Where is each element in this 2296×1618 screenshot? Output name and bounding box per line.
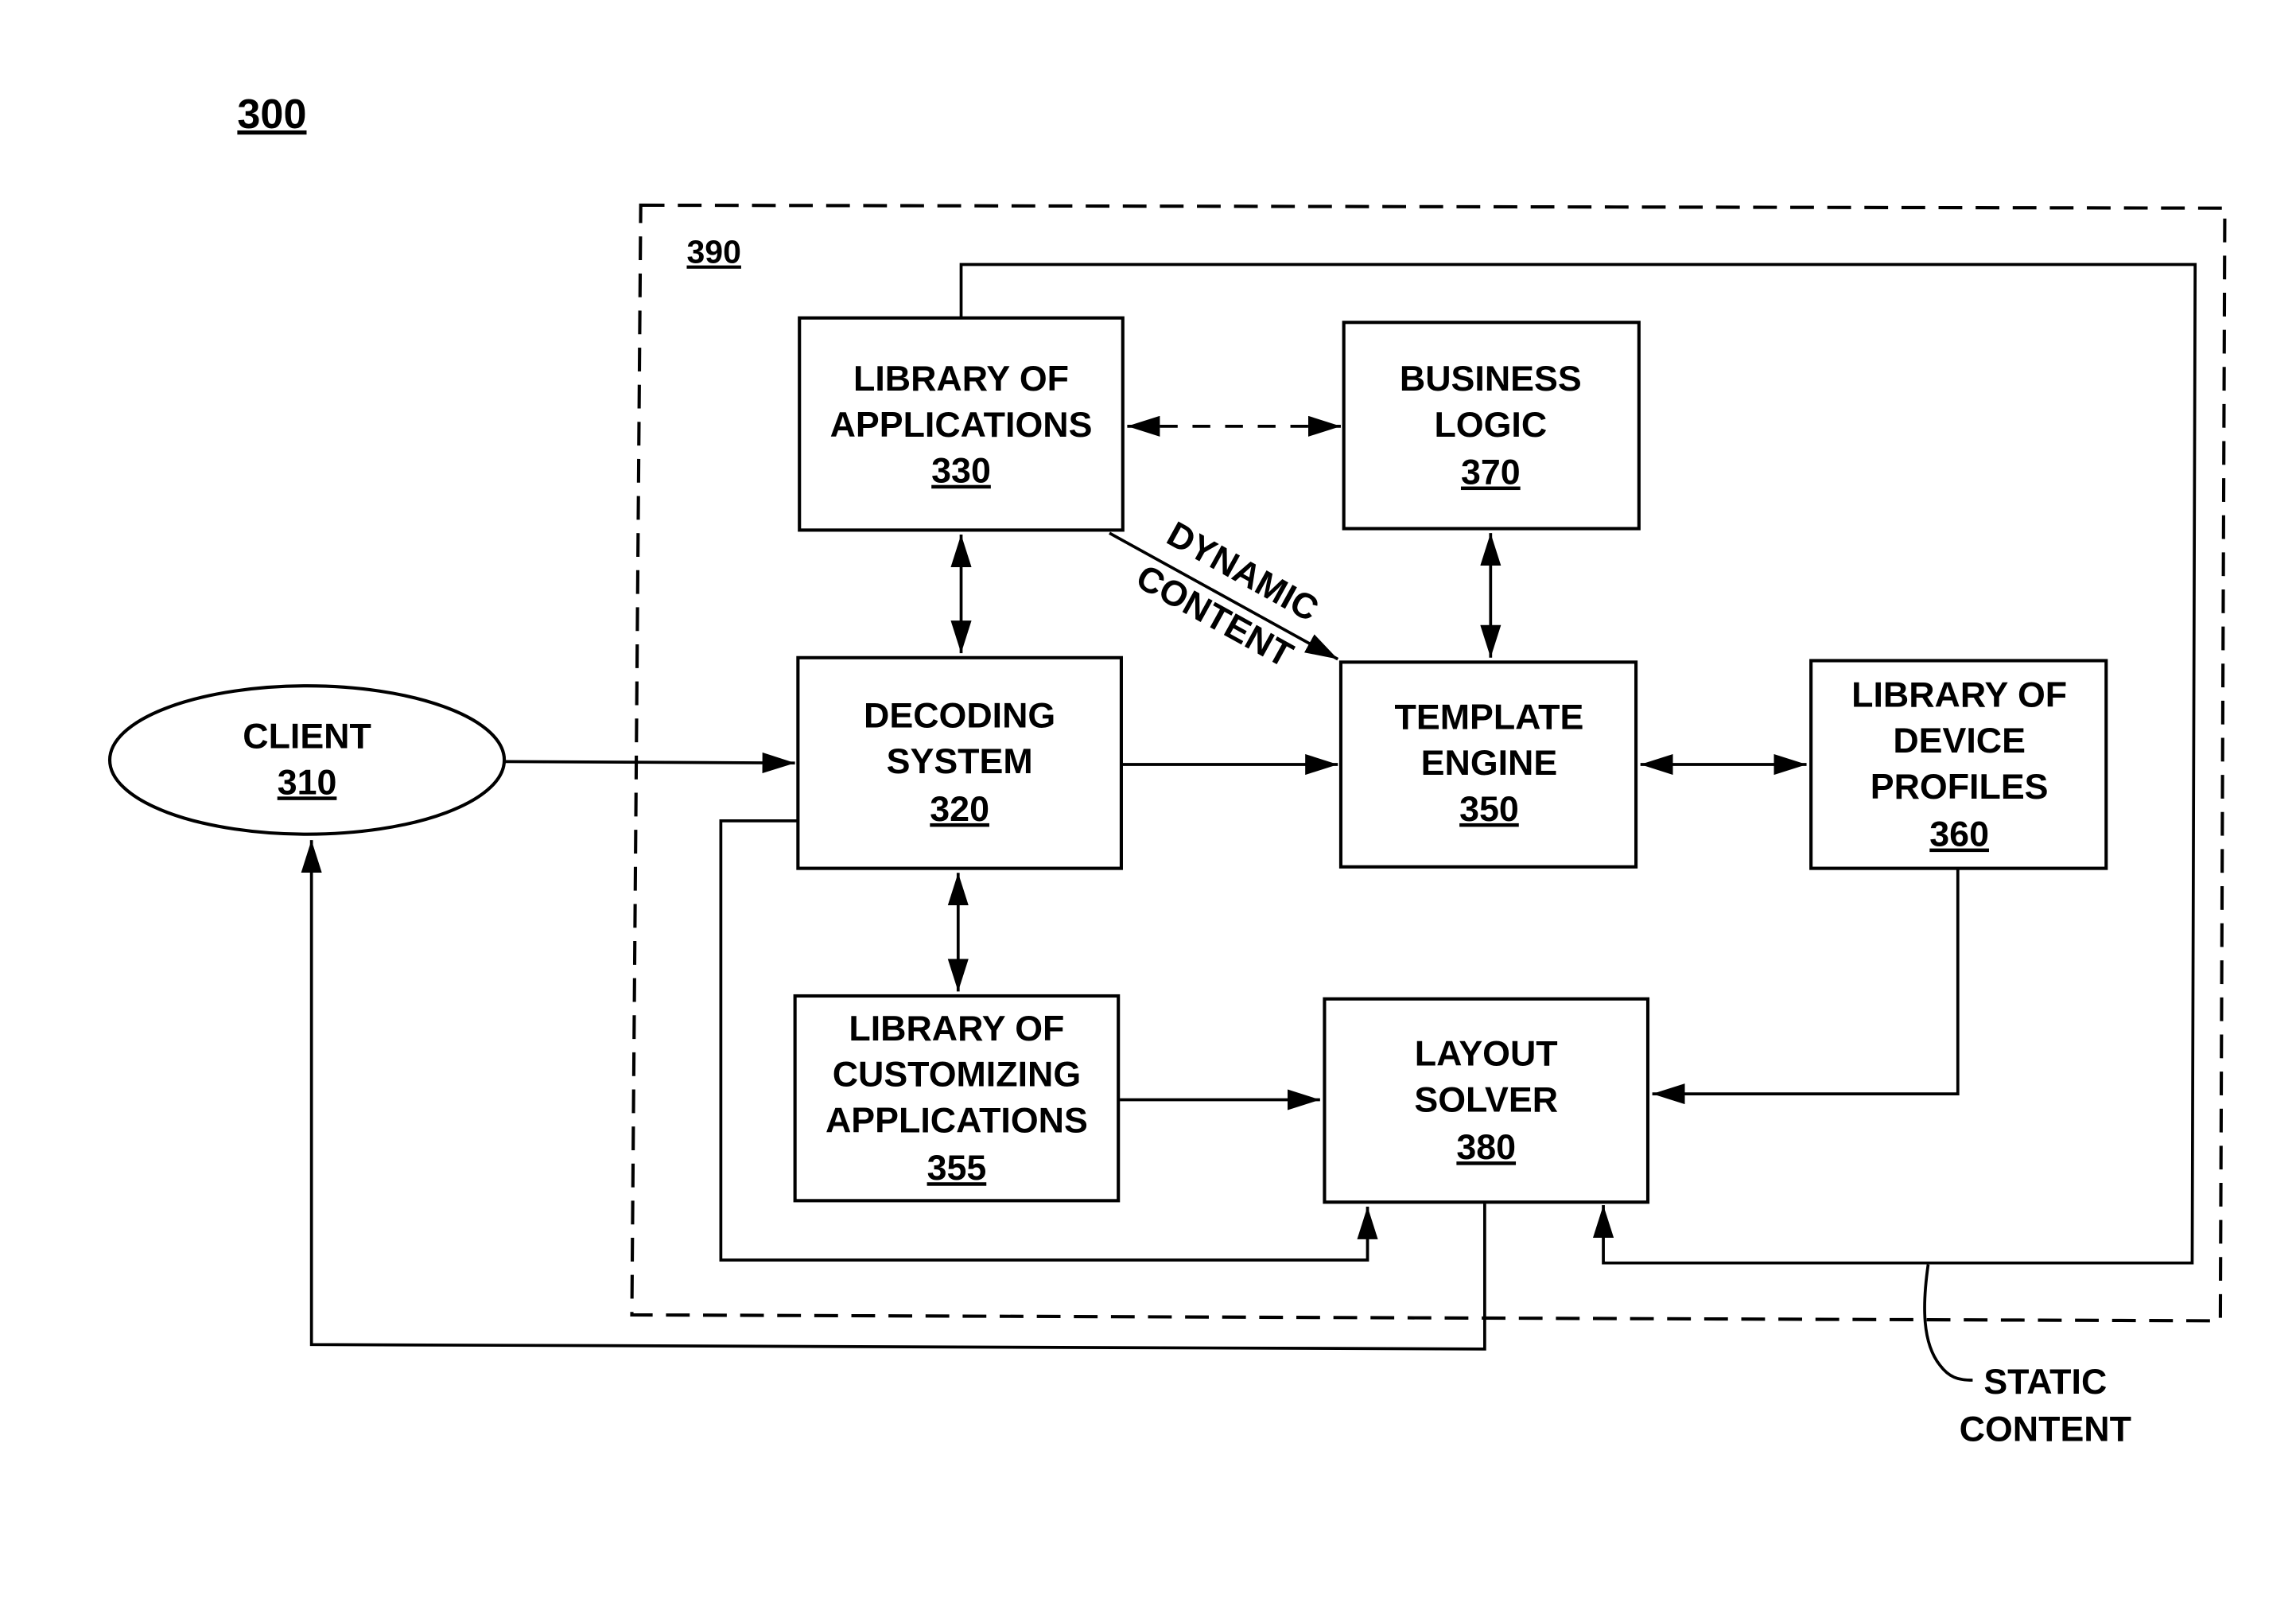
node-layout-solver: LAYOUT SOLVER 380 <box>1323 997 1650 1204</box>
container-ref-390: 390 <box>686 234 740 270</box>
svg-text:DECODING: DECODING <box>864 695 1055 735</box>
svg-text:ENGINE: ENGINE <box>1421 743 1558 783</box>
svg-text:350: 350 <box>1459 789 1519 829</box>
svg-text:TEMPLATE: TEMPLATE <box>1395 697 1584 737</box>
node-decoding-system: DECODING SYSTEM 320 <box>796 655 1123 870</box>
svg-text:BUSINESS: BUSINESS <box>1400 359 1582 399</box>
arrow-client-decoding <box>504 752 795 774</box>
static-content-leader <box>1923 1264 1973 1382</box>
static-content-label-2: CONTENT <box>1960 1409 2131 1449</box>
svg-text:LIBRARY OF: LIBRARY OF <box>849 1009 1064 1048</box>
svg-text:APPLICATIONS: APPLICATIONS <box>826 1101 1088 1141</box>
node-library-of-applications: LIBRARY OF APPLICATIONS 330 <box>798 316 1125 532</box>
svg-text:LIBRARY OF: LIBRARY OF <box>853 359 1069 399</box>
svg-text:PROFILES: PROFILES <box>1871 767 2049 807</box>
svg-text:330: 330 <box>931 451 991 491</box>
svg-text:310: 310 <box>278 762 337 802</box>
svg-text:355: 355 <box>927 1148 987 1188</box>
svg-text:CUSTOMIZING: CUSTOMIZING <box>833 1055 1081 1095</box>
diagram-canvas: 300 390 LIBRARY OF APPLICATIONS 330 BUSI… <box>107 91 2227 1449</box>
svg-text:360: 360 <box>1929 815 1989 854</box>
figure-number: 300 <box>237 91 306 138</box>
svg-text:LIBRARY OF: LIBRARY OF <box>1851 675 2067 714</box>
svg-text:LAYOUT: LAYOUT <box>1415 1034 1558 1074</box>
svg-text:APPLICATIONS: APPLICATIONS <box>830 405 1093 445</box>
svg-text:CLIENT: CLIENT <box>243 717 371 756</box>
node-template-engine: TEMPLATE ENGINE 350 <box>1338 660 1638 869</box>
node-library-of-device-profiles: LIBRARY OF DEVICE PROFILES 360 <box>1809 659 2108 870</box>
svg-text:320: 320 <box>930 789 989 829</box>
node-client: CLIENT 310 <box>107 684 507 836</box>
svg-text:370: 370 <box>1461 453 1521 492</box>
node-business-logic: BUSINESS LOGIC 370 <box>1342 321 1641 531</box>
arrow-profiles-layout <box>1652 869 1960 1105</box>
svg-text:SYSTEM: SYSTEM <box>887 741 1033 781</box>
svg-text:DEVICE: DEVICE <box>1893 721 2026 760</box>
svg-text:LOGIC: LOGIC <box>1434 405 1547 445</box>
svg-text:380: 380 <box>1456 1127 1516 1167</box>
svg-text:SOLVER: SOLVER <box>1414 1079 1558 1119</box>
node-library-of-customizing-applications: LIBRARY OF CUSTOMIZING APPLICATIONS 355 <box>793 994 1121 1203</box>
static-content-label-1: STATIC <box>1983 1362 2107 1402</box>
